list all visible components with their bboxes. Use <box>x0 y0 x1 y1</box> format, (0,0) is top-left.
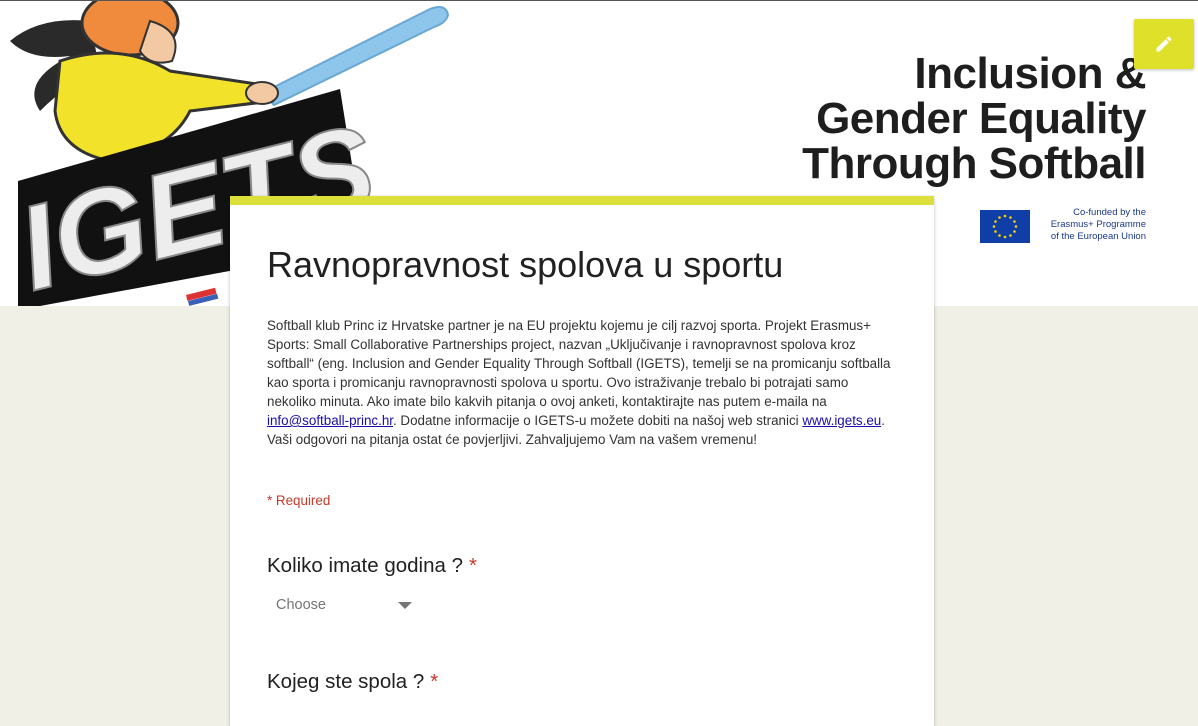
banner-title-line: Inclusion & <box>914 49 1146 98</box>
required-note: * Required <box>267 493 331 508</box>
question-gender: Kojeg ste spola ? * <box>267 670 438 694</box>
email-link[interactable]: info@softball-princ.hr <box>267 413 393 428</box>
eu-flag-icon <box>980 210 1030 243</box>
age-dropdown[interactable]: Choose <box>276 593 416 617</box>
eu-text-line: Co-funded by the <box>1073 207 1146 218</box>
eu-text-line: Erasmus+ Programme <box>1050 219 1146 230</box>
triangle-down-icon <box>398 602 412 609</box>
card-accent-bar <box>230 196 934 205</box>
description-text: Softball klub Princ iz Hrvatske partner … <box>267 318 891 409</box>
question-label: Koliko imate godina ? <box>267 554 464 577</box>
edit-button[interactable] <box>1134 19 1194 69</box>
required-asterisk: * <box>469 554 477 577</box>
form-card: Ravnopravnost spolova u sportu Softball … <box>230 196 934 726</box>
question-label: Kojeg ste spola ? <box>267 670 425 693</box>
banner-title-line: Through Softball <box>802 139 1146 188</box>
form-title: Ravnopravnost spolova u sportu <box>267 244 784 285</box>
question-age: Koliko imate godina ? * <box>267 554 477 578</box>
pencil-icon <box>1156 36 1172 52</box>
website-link[interactable]: www.igets.eu <box>802 413 881 428</box>
banner-title-line: Gender Equality <box>816 94 1146 143</box>
banner-title: Inclusion & Gender Equality Through Soft… <box>740 51 1146 186</box>
dropdown-value: Choose <box>276 597 326 613</box>
description-text: . Dodatne informacije o IGETS-u možete d… <box>392 413 803 428</box>
form-description: Softball klub Princ iz Hrvatske partner … <box>267 316 899 449</box>
required-asterisk: * <box>430 670 439 693</box>
eu-cofunding-text: Co-funded by the Erasmus+ Programme of t… <box>1036 207 1146 243</box>
eu-text-line: of the European Union <box>1050 231 1146 242</box>
